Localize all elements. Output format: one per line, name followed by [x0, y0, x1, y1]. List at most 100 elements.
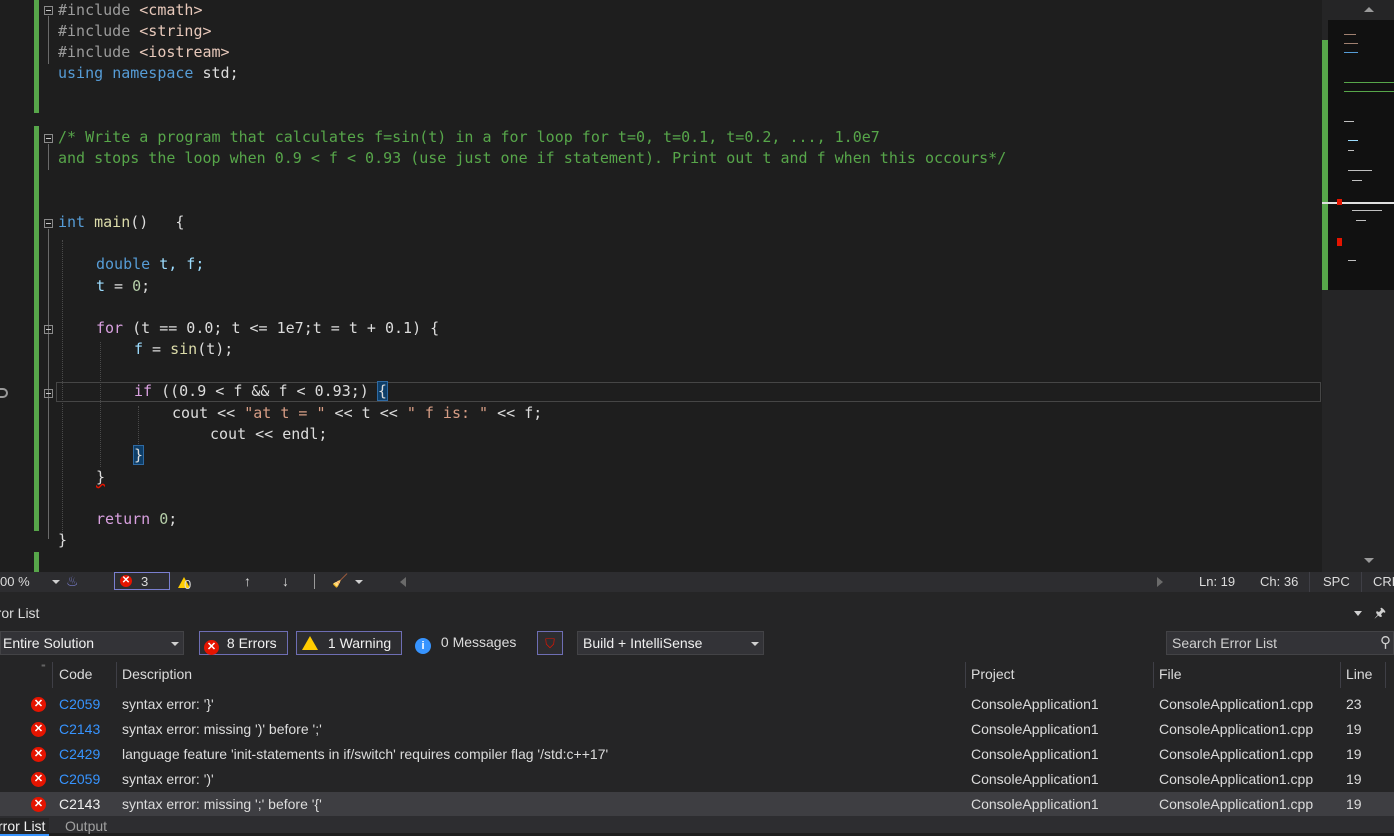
table-row[interactable]: ✕ C2059 syntax error: '}' ConsoleApplica… — [0, 692, 1394, 717]
code-line-1: #include <cmath> — [58, 1, 203, 19]
column-divider — [1153, 662, 1154, 688]
minimap-viewport-marker[interactable] — [1322, 202, 1394, 204]
line-indicator[interactable]: Ln: 19 — [1199, 574, 1235, 589]
error-icon: ✕ — [31, 772, 46, 787]
error-count-button[interactable]: ✕ 3 — [114, 572, 170, 590]
code-line-cout1: cout << "at t = " << t << " f is: " << f… — [172, 404, 543, 422]
tab-error-list[interactable]: rror List — [0, 818, 50, 836]
code-line-cout2: cout << endl; — [210, 425, 328, 443]
error-line: 19 — [1346, 771, 1362, 787]
minimap-line — [1352, 210, 1382, 211]
build-filter-dropdown[interactable]: Build + IntelliSense — [577, 631, 764, 655]
fold-guide — [48, 229, 49, 539]
code-line-for: for (t == 0.0; t <= 1e7;t = t + 0.1) { — [96, 319, 440, 337]
table-row[interactable]: ✕ C2059 syntax error: ')' ConsoleApplica… — [0, 767, 1394, 792]
error-code-link[interactable]: C2059 — [59, 767, 100, 792]
error-description: syntax error: missing ';' before '{' — [122, 796, 322, 812]
code-line-close-if: } — [132, 445, 145, 465]
minimap-line — [1356, 220, 1366, 221]
error-description: syntax error: '}' — [122, 696, 214, 712]
error-line: 19 — [1346, 721, 1362, 737]
code-line-double: double t, f; — [96, 255, 205, 273]
code-cleanup-broom-icon[interactable]: 🧹 — [332, 573, 348, 589]
panel-menu-icon[interactable] — [1354, 611, 1362, 616]
error-code-link[interactable]: C2059 — [59, 692, 100, 717]
panel-title: rror List — [0, 605, 40, 621]
minimap-line — [1352, 180, 1362, 181]
error-code-link[interactable]: C2143 — [59, 792, 100, 817]
error-code-link[interactable]: C2143 — [59, 717, 100, 742]
spacing-indicator[interactable]: SPC — [1323, 574, 1350, 589]
column-file[interactable]: File — [1159, 666, 1182, 682]
code-line-4: using namespace std; — [58, 64, 239, 82]
chevron-down-icon — [171, 642, 179, 646]
zoom-dropdown-icon[interactable] — [52, 580, 60, 584]
scope-dropdown[interactable]: Entire Solution — [0, 631, 184, 655]
scroll-down-icon[interactable] — [1364, 558, 1374, 563]
pin-icon[interactable]: 🖈 — [1374, 604, 1386, 626]
code-line-if: if ((0.9 < f && f < 0.93;) { — [134, 381, 388, 401]
column-divider — [1340, 662, 1341, 688]
error-file: ConsoleApplication1.cpp — [1159, 771, 1314, 787]
error-line: 23 — [1346, 696, 1362, 712]
error-icon: ✕ — [31, 797, 46, 812]
minimap-line — [1344, 34, 1356, 35]
fold-guide — [48, 144, 49, 170]
error-description: language feature 'init-statements in if/… — [122, 746, 609, 762]
search-error-list-input[interactable]: Search Error List ⚲ — [1166, 631, 1394, 655]
error-file: ConsoleApplication1.cpp — [1159, 746, 1314, 762]
hscroll-right-icon[interactable] — [1157, 577, 1163, 587]
tab-output[interactable]: Output — [65, 818, 107, 834]
table-row[interactable]: ✕ C2143 syntax error: missing ')' before… — [0, 717, 1394, 742]
change-indicator-bar — [34, 126, 39, 531]
column-divider — [52, 662, 53, 688]
indent-guide — [138, 406, 139, 446]
minimap-line — [1348, 150, 1354, 151]
column-line[interactable]: Line — [1346, 666, 1372, 682]
minimap-error-marker — [1337, 199, 1342, 205]
collapse-toggle[interactable] — [44, 325, 53, 334]
code-line-3: #include <iostream> — [58, 43, 230, 61]
collapse-toggle[interactable] — [44, 6, 53, 15]
zoom-level[interactable]: 00 % — [0, 574, 30, 589]
char-indicator[interactable]: Ch: 36 — [1260, 574, 1298, 589]
next-issue-icon[interactable]: ↓ — [282, 573, 289, 589]
code-minimap[interactable] — [1328, 20, 1394, 290]
minimap-line — [1344, 91, 1394, 92]
code-cleanup-dropdown-icon[interactable] — [355, 580, 363, 584]
change-indicator-bar — [34, 552, 39, 572]
error-project: ConsoleApplication1 — [971, 796, 1099, 812]
error-line: 19 — [1346, 746, 1362, 762]
minimap-line — [1344, 121, 1354, 122]
code-line-close-for: } — [96, 468, 106, 486]
table-row[interactable]: ✕ C2429 language feature 'init-statement… — [0, 742, 1394, 767]
messages-filter-button[interactable]: i 0 Messages — [415, 634, 516, 654]
health-indicator-icon[interactable]: ♨ — [66, 573, 82, 589]
status-divider — [314, 574, 315, 589]
info-icon: i — [415, 638, 431, 654]
error-code-link[interactable]: C2429 — [59, 742, 100, 767]
minimap-line — [1348, 140, 1358, 141]
code-editor[interactable]: #include <cmath> #include <string> #incl… — [0, 0, 1322, 572]
scroll-up-icon[interactable] — [1364, 7, 1374, 12]
hscroll-left-icon[interactable] — [400, 577, 406, 587]
column-divider — [116, 662, 117, 688]
collapse-toggle[interactable] — [44, 389, 53, 398]
previous-issue-icon[interactable]: ↑ — [244, 573, 251, 589]
column-divider — [1385, 662, 1386, 688]
table-row-selected[interactable]: ✕ C2143 syntax error: missing ';' before… — [0, 792, 1394, 817]
collapse-toggle[interactable] — [44, 219, 53, 228]
errors-filter-button[interactable]: ✕ 8 Errors — [199, 631, 288, 655]
filter-toggle-button[interactable]: ⛉ — [537, 631, 563, 655]
column-chooser-icon[interactable]: ⁼ — [41, 662, 46, 673]
collapse-toggle[interactable] — [44, 134, 53, 143]
eol-indicator[interactable]: CRL — [1373, 574, 1394, 589]
code-line-sin: f = sin(t); — [134, 340, 234, 358]
chevron-down-icon — [751, 642, 759, 646]
column-description[interactable]: Description — [122, 666, 192, 682]
minimap-error-marker — [1337, 238, 1342, 246]
column-project[interactable]: Project — [971, 666, 1015, 682]
warnings-filter-button[interactable]: 1 Warning — [296, 631, 402, 655]
error-project: ConsoleApplication1 — [971, 696, 1099, 712]
column-code[interactable]: Code — [59, 666, 92, 682]
